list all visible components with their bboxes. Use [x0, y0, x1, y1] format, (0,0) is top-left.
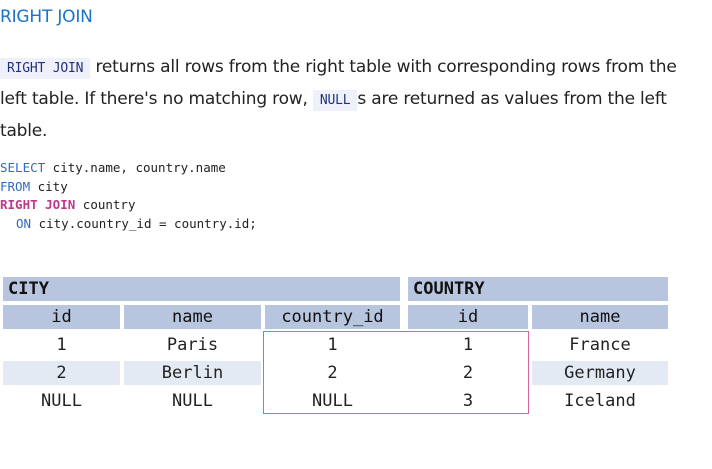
- table-cell: 1: [56, 335, 67, 355]
- description-paragraph: RIGHT JOIN returns all rows from the rig…: [0, 52, 690, 147]
- table-cell: NULL: [41, 391, 82, 411]
- table-cell: NULL: [172, 391, 213, 411]
- table-cell: 2: [3, 361, 120, 385]
- column-header: name: [124, 305, 261, 329]
- code-line-1: SELECT city.name, country.name: [0, 159, 257, 178]
- code-line-2: FROM city: [0, 178, 257, 197]
- city-table-title: CITY: [3, 277, 400, 301]
- code-keyword-select: SELECT: [0, 160, 46, 175]
- null-keyword: NULL: [312, 90, 358, 111]
- table-cell: Paris: [166, 335, 219, 355]
- code-keyword-on: ON: [16, 215, 32, 231]
- code-text: country: [75, 197, 136, 212]
- code-text: city: [30, 178, 68, 194]
- table-cell: Iceland: [564, 391, 636, 411]
- code-line-4: ON city.country_id = country.id;: [0, 215, 257, 234]
- country-table-title: COUNTRY: [408, 277, 668, 301]
- code-text: city.country_id = country.id;: [31, 215, 257, 231]
- code-text: city.name, country.name: [45, 160, 226, 175]
- table-cell: Germany: [532, 361, 668, 385]
- table-cell: Berlin: [124, 361, 261, 385]
- code-keyword-from: FROM: [0, 178, 31, 194]
- right-join-keyword: RIGHT JOIN: [0, 58, 91, 79]
- column-header: id: [3, 305, 120, 329]
- code-line-3: RIGHT JOIN country: [0, 196, 257, 215]
- sql-code-block: SELECT city.name, country.name FROM city R…: [0, 159, 257, 233]
- column-header: country_id: [265, 305, 400, 329]
- matching-columns-highlight: [263, 331, 529, 414]
- code-keyword-right-join: RIGHT JOIN: [0, 197, 76, 212]
- page-heading: RIGHT JOIN: [0, 7, 93, 27]
- table-cell: France: [569, 335, 631, 355]
- column-header: name: [532, 305, 668, 329]
- column-header: id: [408, 305, 528, 329]
